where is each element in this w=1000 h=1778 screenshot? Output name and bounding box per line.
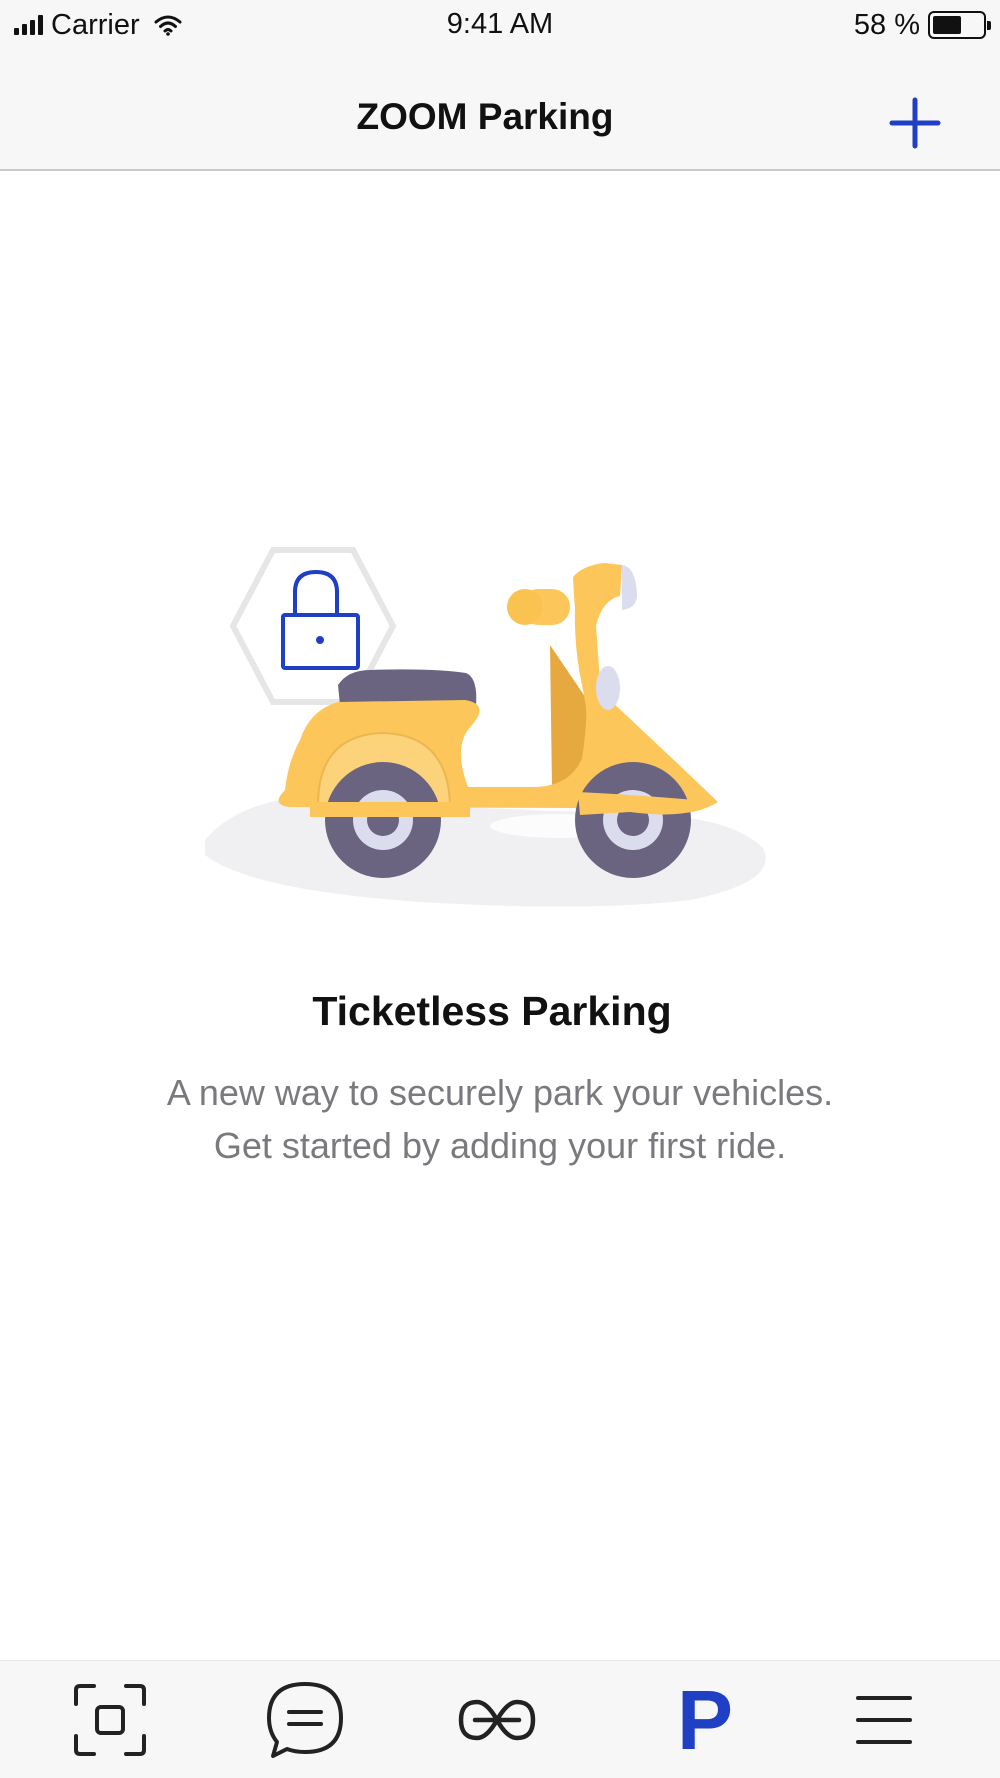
scooter-with-lock-illustration (205, 547, 766, 907)
mirror-knob (596, 666, 620, 710)
scan-frame-icon (74, 1684, 146, 1756)
page-title: ZOOM Parking (356, 96, 614, 137)
battery-level-fill (933, 16, 961, 34)
empty-state-line-2: Get started by adding your first ride. (213, 1125, 787, 1166)
battery-cap (987, 21, 991, 30)
empty-state-line-1: A new way to securely park your vehicles… (166, 1072, 834, 1113)
status-bar: Carrier 9:41 AM 58 % (0, 0, 1000, 50)
empty-state-title: Ticketless Parking (312, 988, 672, 1034)
link-icon (458, 1699, 536, 1741)
plus-icon (889, 97, 941, 149)
tab-chat[interactable] (245, 1661, 365, 1778)
tab-menu[interactable] (824, 1661, 944, 1778)
add-vehicle-button[interactable] (880, 88, 950, 158)
status-right: 58 % (853, 8, 991, 42)
tab-link[interactable] (437, 1661, 557, 1778)
chat-bubble-icon (267, 1682, 343, 1758)
headlight (622, 565, 637, 610)
tab-scan[interactable] (50, 1661, 170, 1778)
menu-icon (856, 1696, 912, 1744)
tab-parking[interactable]: P (645, 1661, 765, 1778)
lock-keyhole (316, 636, 324, 644)
app-screen: Carrier 9:41 AM 58 % ZOOM Parking Ticket… (0, 0, 1000, 1778)
parking-icon: P (676, 1673, 734, 1767)
battery-icon (928, 11, 991, 39)
rear-wheel-cover (310, 802, 470, 817)
status-time: 9:41 AM (446, 8, 554, 40)
handle-end (507, 589, 543, 625)
empty-state-description: A new way to securely park your vehicles… (60, 1066, 940, 1172)
battery-percentage: 58 % (853, 8, 920, 41)
scooter-seat (338, 669, 477, 705)
navigation-bar: ZOOM Parking (0, 50, 1000, 171)
tab-bar: P (0, 1660, 1000, 1778)
